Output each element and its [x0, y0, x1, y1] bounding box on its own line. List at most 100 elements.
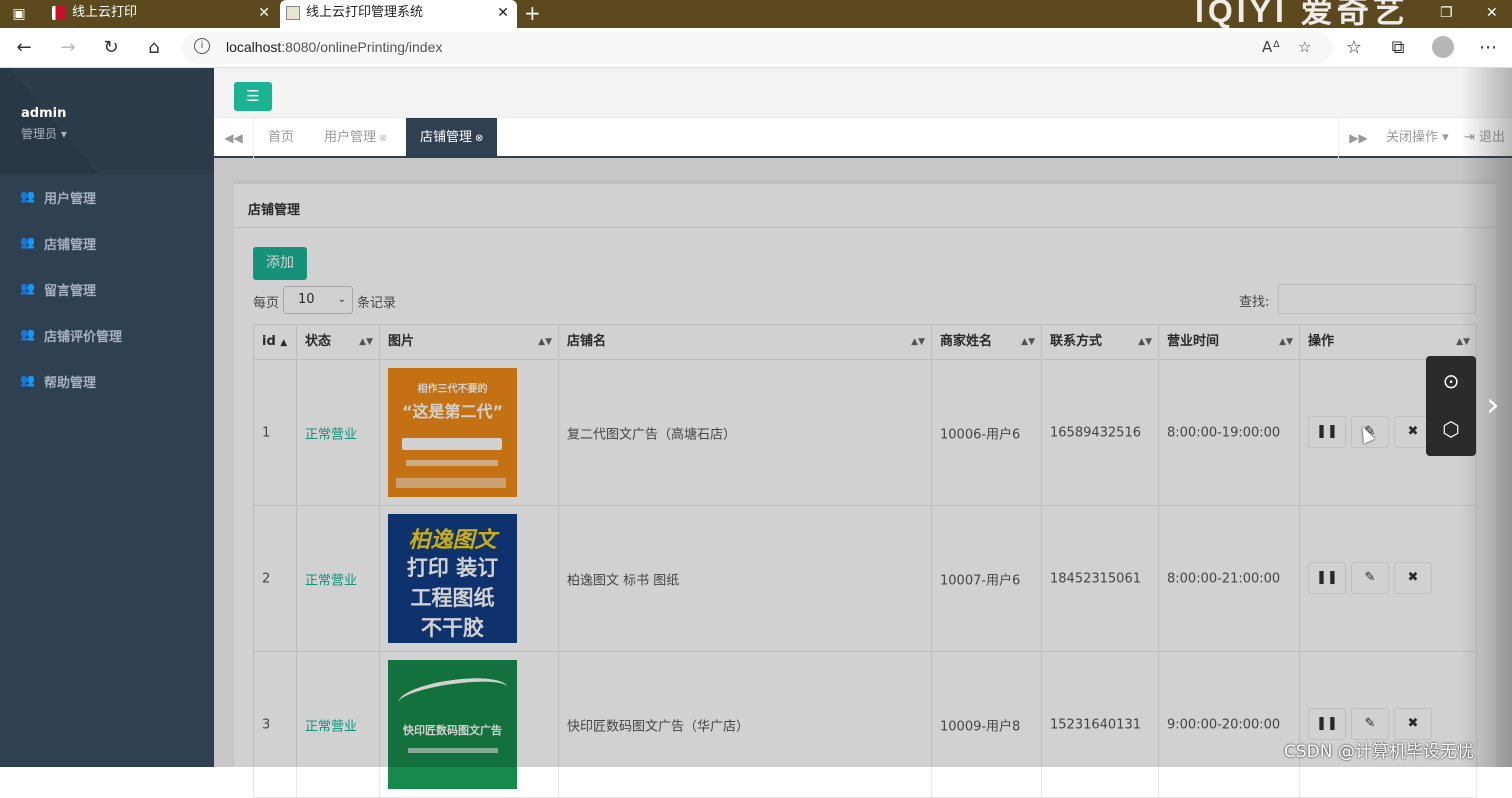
close-operations-dropdown[interactable]: 关闭操作 ▾: [1386, 118, 1449, 158]
users-icon: 👥: [20, 189, 35, 203]
delete-button[interactable]: ✖: [1394, 707, 1432, 740]
url-text: localhost:8080/onlinePrinting/index: [226, 39, 443, 55]
sort-icon: ▲▼: [1456, 337, 1470, 347]
camera-icon[interactable]: ⊙: [1438, 368, 1464, 394]
column-header-id[interactable]: id ▲: [253, 324, 297, 360]
close-tab-icon[interactable]: ✕: [258, 0, 270, 26]
cell-id: 2: [253, 505, 297, 652]
browser-tab-title: 线上云打印管理系统: [306, 5, 424, 20]
cell-image: 柏逸图文 打印 装订 工程图纸 不干胶: [379, 505, 559, 652]
maximize-icon[interactable]: ❐: [1440, 0, 1453, 26]
cell-owner: 10007-用户6: [931, 505, 1042, 652]
more-icon[interactable]: ⋯: [1474, 34, 1502, 62]
tab-shop-management[interactable]: 店铺管理 ⊗: [406, 118, 498, 158]
column-header-image[interactable]: 图片 ▲▼: [379, 324, 559, 360]
cell-status: 正常营业: [296, 505, 380, 652]
users-icon: 👥: [20, 281, 35, 295]
delete-button[interactable]: ✖: [1394, 561, 1432, 594]
sort-asc-icon: ▲: [280, 338, 288, 348]
favorite-add-icon[interactable]: ☆: [1298, 38, 1311, 56]
cell-shop-name: 快印匠数码图文广告（华广店）: [558, 651, 932, 798]
sidebar-item-label: 店铺评价管理: [44, 330, 123, 345]
add-button[interactable]: 添加: [253, 247, 307, 280]
cell-status: 正常营业: [296, 359, 380, 506]
tab-close-icon[interactable]: ⊗: [379, 133, 387, 144]
pause-button[interactable]: ❚❚: [1308, 707, 1346, 740]
sort-icon: ▲▼: [1138, 337, 1152, 347]
column-header-contact[interactable]: 联系方式 ▲▼: [1041, 324, 1159, 360]
browser-tab-1[interactable]: 线上云打印 ✕: [46, 0, 278, 28]
caret-down-icon: ▾: [60, 127, 67, 141]
sidebar-item-help[interactable]: 👥 帮助管理: [0, 358, 214, 404]
cell-shop-name: 柏逸图文 标书 图纸: [558, 505, 932, 652]
cell-hours: 9:00:00-20:00:00: [1158, 651, 1300, 798]
next-arrow-icon[interactable]: ›: [1486, 388, 1500, 422]
favorites-icon[interactable]: ☆: [1340, 34, 1368, 62]
tab-home[interactable]: 首页: [254, 118, 308, 158]
browser-tab-2[interactable]: 线上云打印管理系统 ✕: [280, 0, 517, 28]
url-input[interactable]: i localhost:8080/onlinePrinting/index Aᐞ…: [182, 32, 1332, 64]
address-bar: ← → ↻ ⌂ i localhost:8080/onlinePrinting/…: [0, 28, 1512, 68]
capture-icon[interactable]: ⬡: [1438, 416, 1464, 442]
shop-image: 快印匠数码图文广告: [388, 660, 517, 789]
read-aloud-icon[interactable]: Aᐞ: [1262, 38, 1280, 56]
page-length-select[interactable]: 10 ⌄: [283, 286, 353, 314]
tab-user-management[interactable]: 用户管理 ⊗: [310, 118, 401, 158]
column-header-actions[interactable]: 操作 ▲▼: [1299, 324, 1477, 360]
collections-icon[interactable]: ⧉: [1384, 34, 1412, 62]
chevron-down-icon: ⌄: [337, 294, 346, 305]
column-header-shop-name[interactable]: 店铺名 ▲▼: [558, 324, 932, 360]
column-header-status[interactable]: 状态 ▲▼: [296, 324, 380, 360]
sidebar-item-label: 留言管理: [44, 284, 97, 299]
sort-icon: ▲▼: [911, 337, 925, 347]
records-label: 条记录: [357, 296, 397, 311]
edit-button[interactable]: ✎: [1351, 707, 1389, 740]
sidebar-item-label: 用户管理: [44, 192, 97, 207]
tabs-scroll-right-icon[interactable]: ▶▶: [1338, 118, 1378, 158]
close-tab-icon[interactable]: ✕: [497, 0, 509, 26]
per-page-label: 每页: [253, 296, 280, 311]
shop-image: 相作三代不要的 “这是第二代”: [388, 368, 517, 497]
edit-button[interactable]: ✎: [1351, 561, 1389, 594]
pause-button[interactable]: ❚❚: [1308, 561, 1346, 594]
pause-button[interactable]: ❚❚: [1308, 415, 1346, 448]
back-icon[interactable]: ←: [10, 34, 38, 62]
column-header-owner[interactable]: 商家姓名 ▲▼: [931, 324, 1042, 360]
profile-avatar[interactable]: [1432, 36, 1454, 58]
panel-header: 店铺管理: [234, 184, 1496, 228]
sidebar-item-shops[interactable]: 👥 店铺管理: [0, 220, 214, 266]
cell-actions: ❚❚ ✎ ✖: [1299, 505, 1477, 652]
tab-actions-icon[interactable]: ▣: [10, 5, 28, 23]
tabs-scroll-left-icon[interactable]: ◀◀: [214, 118, 254, 158]
cell-owner: 10006-用户6: [931, 359, 1042, 506]
shop-image: 柏逸图文 打印 装订 工程图纸 不干胶: [388, 514, 517, 643]
sidebar-item-shop-reviews[interactable]: 👥 店铺评价管理: [0, 312, 214, 358]
favicon-icon: [52, 6, 66, 20]
watermark: CSDN @计算机毕设无忧: [1284, 742, 1474, 762]
logout-icon: ⇥: [1464, 130, 1475, 145]
username: admin: [21, 106, 67, 121]
close-window-icon[interactable]: ✕: [1486, 0, 1498, 26]
sidebar-item-messages[interactable]: 👥 留言管理: [0, 266, 214, 312]
menu-toggle-button[interactable]: ☰: [234, 82, 272, 111]
cell-owner: 10009-用户8: [931, 651, 1042, 798]
cell-image: 快印匠数码图文广告: [379, 651, 559, 798]
user-role-dropdown[interactable]: 管理员 ▾: [21, 125, 67, 142]
info-icon[interactable]: i: [194, 38, 210, 54]
refresh-icon[interactable]: ↻: [97, 34, 125, 62]
cell-contact: 18452315061: [1041, 505, 1159, 652]
favicon-icon: [286, 6, 300, 20]
shop-management-panel: 店铺管理 添加 每页 10 ⌄ 条记录 查找: id ▲ 状态 ▲▼ 图片 ▲▼ 店铺…: [234, 180, 1496, 798]
logout-button[interactable]: ⇥ 退出: [1464, 118, 1505, 158]
home-icon[interactable]: ⌂: [140, 34, 168, 62]
column-header-hours[interactable]: 营业时间 ▲▼: [1158, 324, 1300, 360]
cell-hours: 8:00:00-21:00:00: [1158, 505, 1300, 652]
cell-id: 1: [253, 359, 297, 506]
cell-status: 正常营业: [296, 651, 380, 798]
forward-icon[interactable]: →: [54, 34, 82, 62]
new-tab-button[interactable]: +: [524, 0, 541, 26]
tab-close-icon[interactable]: ⊗: [475, 133, 483, 144]
sort-icon: ▲▼: [1279, 337, 1293, 347]
sidebar-item-users[interactable]: 👥 用户管理: [0, 174, 214, 220]
search-input[interactable]: [1278, 284, 1476, 314]
